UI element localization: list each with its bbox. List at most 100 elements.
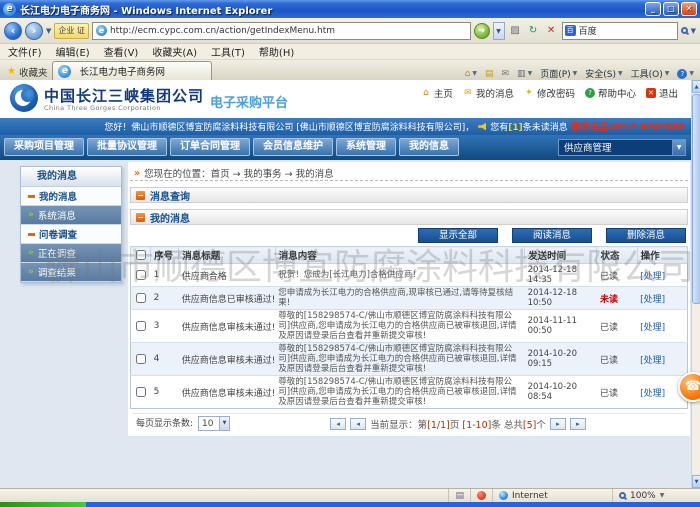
favorites-button[interactable]: ★ 收藏夹	[2, 63, 52, 80]
go-button[interactable]: ➜	[474, 23, 490, 39]
process-link[interactable]: [处理]	[640, 272, 665, 282]
menu-item[interactable]: 查看(V)	[104, 44, 139, 59]
process-link[interactable]: [处理]	[640, 356, 665, 366]
search-box[interactable]: 百 百度	[562, 22, 678, 40]
prev-page-button[interactable]: ◂	[350, 418, 366, 430]
address-input[interactable]	[110, 26, 467, 36]
menu-item[interactable]: 文件(F)	[8, 44, 42, 59]
next-page-button[interactable]: ▸	[550, 418, 566, 430]
section-title: 我的消息	[150, 210, 190, 225]
process-link[interactable]: [处理]	[640, 295, 665, 305]
first-page-button[interactable]: ◂	[330, 418, 346, 430]
service-float-button[interactable]: ☎	[678, 372, 700, 402]
action-button[interactable]: 删除消息	[606, 228, 686, 243]
quick-link[interactable]: 帮助中心	[585, 86, 636, 100]
row-checkbox[interactable]	[136, 293, 146, 303]
scrollbar-thumb[interactable]	[692, 94, 700, 304]
page-menu-button[interactable]: 页面(P)▼	[540, 67, 577, 80]
browser-tab[interactable]: e 长江电力电子商务网	[52, 61, 212, 80]
scroll-up-icon[interactable]: ▲	[692, 80, 700, 93]
feeds-button[interactable]: ▤	[485, 69, 494, 79]
home-icon	[421, 88, 431, 98]
zoom-control[interactable]: 100% ▼	[612, 489, 700, 502]
windows-taskbar[interactable]	[0, 502, 700, 507]
quick-link[interactable]: 我的消息	[463, 86, 514, 100]
table-row: 5供应商信息审核未通过!尊敬的[158298574-C/佛山市顺德区博宜防腐涂料…	[131, 376, 688, 409]
menu-item[interactable]: 收藏夹(A)	[152, 44, 197, 59]
cell-no: 1	[151, 264, 179, 287]
sidebar-item[interactable]: »正在调查	[21, 244, 121, 263]
row-checkbox[interactable]	[136, 321, 146, 331]
refresh-icon[interactable]: ↻	[526, 22, 541, 40]
action-button[interactable]: 阅读消息	[512, 228, 592, 243]
zoom-dropdown-icon[interactable]: ▼	[660, 492, 665, 499]
process-link[interactable]: [处理]	[640, 323, 665, 333]
role-select[interactable]: 供应商管理 ▼	[558, 139, 686, 156]
page-favicon: e	[96, 25, 107, 36]
minimize-button[interactable]: _	[645, 2, 661, 16]
home-icon: ⌂	[465, 69, 471, 79]
column-header: 发送时间	[525, 247, 597, 264]
sidebar: 我的消息 我的消息»系统消息问卷调查»正在调查»调查结果	[20, 166, 122, 283]
per-page-select[interactable]: 10 ▼	[198, 416, 230, 431]
tools-menu-button[interactable]: 工具(O)▼	[631, 67, 670, 80]
back-button[interactable]: ‹	[4, 22, 22, 40]
column-header: 状态	[597, 247, 637, 264]
menu-item[interactable]: 工具(T)	[211, 44, 245, 59]
zoom-magnifier-icon	[619, 492, 626, 499]
sidebar-item-label: 调查结果	[38, 265, 76, 279]
help-menu-button[interactable]: ?▼	[677, 69, 694, 79]
menu-item[interactable]: 帮助(H)	[259, 44, 294, 59]
row-checkbox[interactable]	[136, 354, 146, 364]
per-page-label: 每页显示条数:	[136, 419, 194, 429]
unread-notice[interactable]: 您有[1]条未读消息	[490, 120, 568, 133]
home-command-button[interactable]: ⌂▼	[465, 69, 477, 79]
stop-icon[interactable]: ✕	[544, 22, 559, 40]
row-checkbox[interactable]	[136, 387, 146, 397]
select-all-checkbox[interactable]	[136, 250, 146, 260]
nav-tab[interactable]: 采购项目管理	[4, 138, 84, 156]
process-link[interactable]: [处理]	[640, 389, 665, 399]
close-button[interactable]: ✕	[681, 2, 697, 16]
vertical-scrollbar[interactable]: ▲ ▼	[691, 80, 700, 488]
maximize-button[interactable]: □	[663, 2, 679, 16]
nav-tab[interactable]: 我的信息	[399, 138, 459, 156]
sidebar-item[interactable]: »调查结果	[21, 263, 121, 282]
address-dropdown-icon[interactable]: ▼	[493, 22, 505, 40]
sidebar-item[interactable]: 我的消息	[21, 187, 121, 206]
quick-link[interactable]: 主页	[421, 86, 453, 100]
sidebar-item[interactable]: »系统消息	[21, 206, 121, 225]
quick-links: 主页我的消息修改密码帮助中心退出	[421, 86, 678, 100]
print-button[interactable]: ▥▼	[517, 69, 532, 79]
read-mail-button[interactable]: ✉	[502, 69, 510, 79]
pagination-text: 当前显示：第[1/1]页 [1-10]条 总共[5]个	[370, 417, 546, 431]
table-body: 1供应商合格祝贺！您成为[长江电力]合格供应商！2014-12-18 14:35…	[131, 264, 688, 409]
nav-tab[interactable]: 批量协议管理	[87, 138, 167, 156]
compatibility-view-icon[interactable]: ▨	[508, 22, 523, 40]
last-page-button[interactable]: ▸	[570, 418, 586, 430]
status-protected-segment	[470, 489, 492, 502]
forward-button[interactable]: ›	[25, 22, 43, 40]
history-dropdown-icon[interactable]: ▼	[46, 27, 51, 35]
start-button[interactable]	[0, 502, 86, 507]
action-button[interactable]: 显示全部	[418, 228, 498, 243]
chevron-down-icon[interactable]: ▼	[672, 140, 685, 155]
status-message-area	[0, 489, 448, 502]
search-dropdown-icon[interactable]: ▼	[691, 27, 696, 35]
section-message-query[interactable]: 消息查询	[130, 187, 688, 203]
safety-menu-button[interactable]: 安全(S)▼	[585, 67, 622, 80]
section-my-messages[interactable]: 我的消息	[130, 209, 688, 225]
nav-tab[interactable]: 会员信息维护	[253, 138, 333, 156]
sidebar-item[interactable]: 问卷调查	[21, 225, 121, 244]
address-field[interactable]: e	[92, 22, 471, 40]
chevron-down-icon[interactable]: ▼	[219, 417, 229, 430]
quick-link[interactable]: 退出	[646, 86, 678, 100]
nav-tab[interactable]: 系统管理	[336, 138, 396, 156]
search-icon[interactable]	[681, 27, 688, 34]
globe-icon	[499, 491, 508, 500]
row-checkbox[interactable]	[136, 270, 146, 280]
nav-tab[interactable]: 订单合同管理	[170, 138, 250, 156]
menu-item[interactable]: 编辑(E)	[56, 44, 90, 59]
quick-link[interactable]: 修改密码	[524, 86, 575, 100]
scroll-down-icon[interactable]: ▼	[692, 475, 700, 488]
